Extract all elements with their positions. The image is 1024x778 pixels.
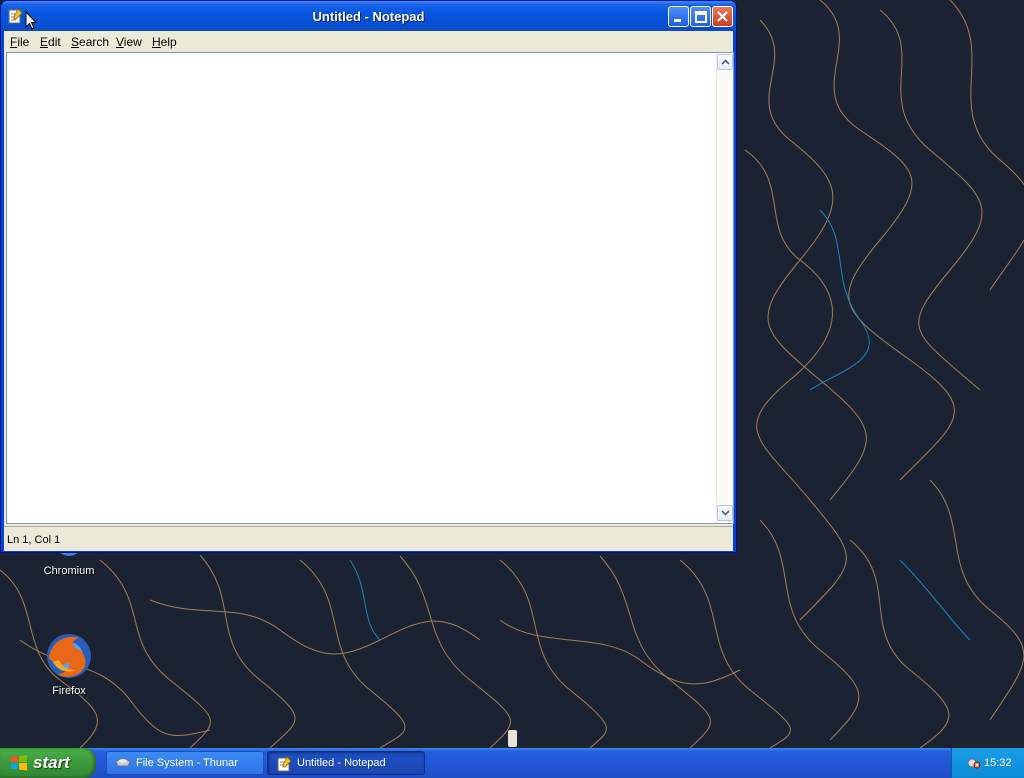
windows-logo-icon — [11, 755, 27, 771]
menu-file[interactable]: File — [10, 35, 29, 49]
scroll-up-button[interactable] — [717, 54, 733, 70]
menu-edit[interactable]: Edit — [40, 35, 61, 49]
thunar-icon — [115, 758, 131, 767]
desktop-small-widget — [508, 730, 517, 747]
window-title: Untitled - Notepad — [312, 9, 425, 24]
vertical-scrollbar[interactable] — [716, 53, 733, 523]
minimize-button[interactable] — [668, 6, 689, 27]
desktop-icon-label: Chromium — [43, 565, 95, 577]
chevron-up-icon — [721, 59, 730, 65]
taskbar-item-thunar[interactable]: File System - Thunar — [106, 751, 264, 775]
status-bar: Ln 1, Col 1 — [4, 526, 733, 550]
chevron-down-icon — [721, 510, 730, 516]
close-button[interactable] — [712, 6, 733, 27]
taskbar-item-label: Untitled - Notepad — [297, 757, 386, 769]
taskbar-item-label: File System - Thunar — [136, 757, 238, 769]
desktop-icon-firefox[interactable]: Firefox — [24, 632, 114, 697]
title-bar[interactable]: Untitled - Notepad — [1, 1, 736, 31]
system-tray: 15:32 — [951, 748, 1024, 778]
notepad-window: Untitled - Notepad File Edit Search View… — [0, 0, 737, 553]
maximize-icon — [695, 11, 707, 23]
close-icon — [717, 11, 728, 22]
menu-view[interactable]: View — [116, 35, 142, 49]
maximize-button[interactable] — [690, 6, 711, 27]
start-button[interactable]: start — [0, 748, 96, 778]
scroll-down-button[interactable] — [717, 505, 733, 521]
network-icon[interactable] — [967, 756, 981, 770]
minimize-icon — [674, 19, 681, 22]
menu-bar: File Edit Search View Help — [4, 31, 733, 51]
mouse-pointer-icon — [25, 11, 37, 30]
menu-search[interactable]: Search — [71, 35, 109, 49]
menu-help[interactable]: Help — [152, 35, 177, 49]
text-editor-area[interactable] — [6, 52, 734, 524]
window-client-area: File Edit Search View Help Ln 1, Col 1 — [4, 31, 734, 551]
taskbar-item-notepad[interactable]: Untitled - Notepad — [267, 751, 425, 775]
taskbar: start File System - Thunar Untitled - No… — [0, 748, 1024, 778]
start-label: start — [33, 753, 70, 772]
desktop-icon-label: Firefox — [52, 685, 86, 697]
cursor-position-status: Ln 1, Col 1 — [7, 534, 61, 546]
notepad-icon — [277, 756, 292, 772]
firefox-icon — [47, 634, 91, 678]
clock: 15:32 — [984, 757, 1012, 769]
